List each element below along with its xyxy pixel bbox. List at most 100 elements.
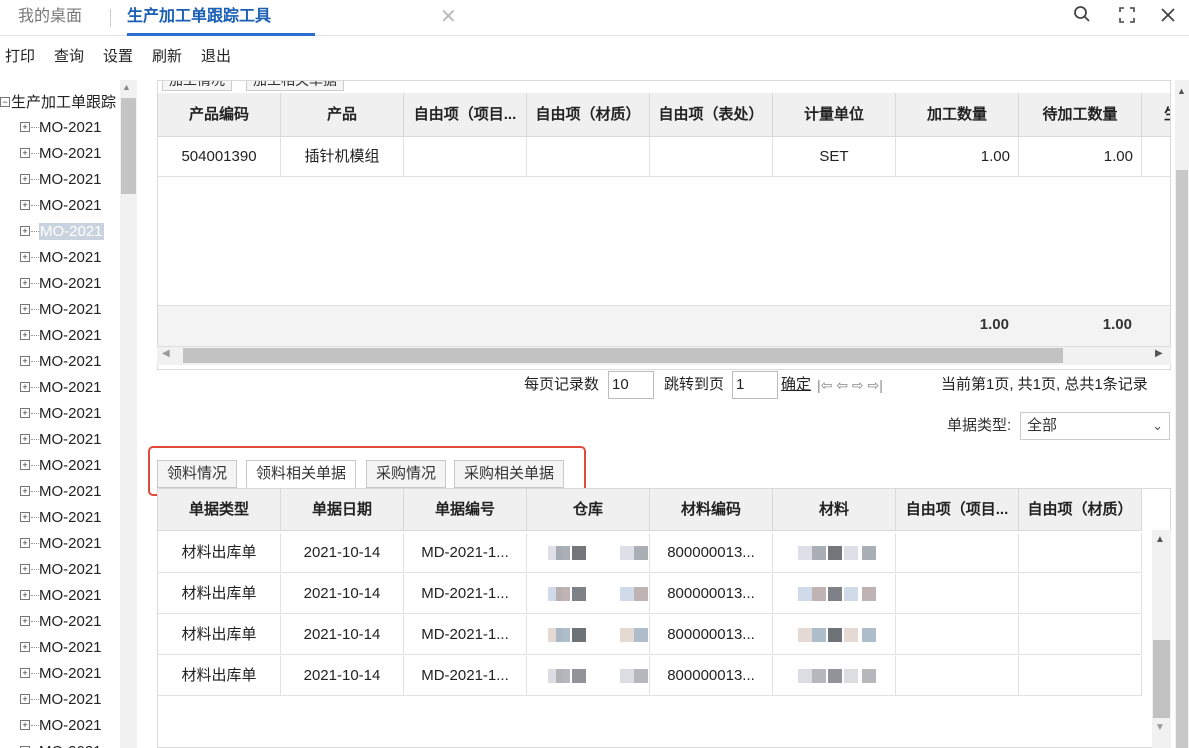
tree-item[interactable]: +MO-2021	[20, 403, 102, 425]
query-button[interactable]: 查询	[54, 45, 84, 66]
tree-item[interactable]: +MO-2021	[20, 741, 102, 748]
tab-processing-docs[interactable]: 加工相关单据	[246, 81, 344, 91]
tab-purchase-docs[interactable]: 采购相关单据	[454, 460, 565, 488]
tree-item[interactable]: +MO-2021	[20, 429, 102, 451]
column-header[interactable]: 单据编号	[404, 489, 527, 531]
tree-item[interactable]: +MO-2021	[20, 247, 102, 269]
column-header[interactable]: 计量单位	[773, 93, 896, 137]
exit-button[interactable]: 退出	[201, 45, 231, 66]
page-vscroll-thumb[interactable]	[1176, 170, 1188, 748]
table-row[interactable]: 材料出库单 2021-10-14 MD-2021-1... 800000013...	[158, 615, 1170, 656]
tree-item[interactable]: +MO-2021	[20, 351, 102, 373]
scroll-down-arrow-icon[interactable]: ▼	[1155, 722, 1165, 733]
tab-production-tracking[interactable]: 生产加工单跟踪工具 ✕	[127, 0, 457, 36]
column-header[interactable]: 产品	[281, 93, 404, 137]
settings-button[interactable]: 设置	[103, 45, 133, 66]
expand-icon[interactable]: +	[20, 642, 30, 652]
expand-icon[interactable]: +	[20, 278, 30, 288]
tree-item[interactable]: +MO-2021	[20, 221, 104, 243]
scroll-right-arrow-icon[interactable]: ▶	[1155, 348, 1163, 359]
expand-icon[interactable]: +	[20, 538, 30, 548]
column-header[interactable]: 自由项（表处）	[650, 93, 773, 137]
lower-vscroll-thumb[interactable]	[1153, 640, 1170, 718]
tab-close-icon[interactable]: ✕	[440, 0, 457, 34]
expand-icon[interactable]: +	[20, 590, 30, 600]
column-header[interactable]: 产品编码	[158, 93, 281, 137]
tree-item[interactable]: +MO-2021	[20, 117, 102, 139]
expand-icon[interactable]: +	[20, 616, 30, 626]
tree-root[interactable]: − 生产加工单跟踪	[0, 92, 116, 114]
column-header[interactable]: 生	[1142, 93, 1170, 137]
tree-item[interactable]: +MO-2021	[20, 481, 102, 503]
expand-icon[interactable]: +	[20, 226, 30, 236]
collapse-icon[interactable]: −	[0, 97, 10, 107]
column-header[interactable]: 单据类型	[158, 489, 281, 531]
expand-icon[interactable]: +	[20, 304, 30, 314]
table-row[interactable]: 材料出库单 2021-10-14 MD-2021-1... 800000013...	[158, 533, 1170, 574]
tree-item[interactable]: +MO-2021	[20, 637, 102, 659]
expand-icon[interactable]: +	[20, 148, 30, 158]
jump-page-input[interactable]: 1	[732, 371, 778, 399]
tree-item[interactable]: +MO-2021	[20, 273, 102, 295]
tab-material-status[interactable]: 领料情况	[157, 460, 238, 488]
expand-icon[interactable]: +	[20, 720, 30, 730]
expand-icon[interactable]: +	[20, 408, 30, 418]
tree-item[interactable]: +MO-2021	[20, 507, 102, 529]
maximize-icon[interactable]	[1113, 4, 1141, 30]
tree-item[interactable]: +MO-2021	[20, 377, 102, 399]
tab-processing-status[interactable]: 加工情况	[162, 81, 232, 91]
tree-item[interactable]: +MO-2021	[20, 585, 102, 607]
column-header[interactable]: 单据日期	[281, 489, 404, 531]
column-header[interactable]: 自由项（项目...	[404, 93, 527, 137]
expand-icon[interactable]: +	[20, 512, 30, 522]
tree-item[interactable]: +MO-2021	[20, 169, 102, 191]
expand-icon[interactable]: +	[20, 174, 30, 184]
doc-type-select[interactable]: 全部 ⌄	[1020, 412, 1170, 440]
column-header[interactable]: 自由项（项目...	[896, 489, 1019, 531]
tree-item[interactable]: +MO-2021	[20, 689, 102, 711]
table-row[interactable]: 材料出库单 2021-10-14 MD-2021-1... 800000013...	[158, 574, 1170, 615]
tree-item[interactable]: +MO-2021	[20, 663, 102, 685]
column-header[interactable]: 待加工数量	[1019, 93, 1142, 137]
tree-item[interactable]: +MO-2021	[20, 533, 102, 555]
tree-item[interactable]: +MO-2021	[20, 195, 102, 217]
column-header[interactable]: 加工数量	[896, 93, 1019, 137]
expand-icon[interactable]: +	[20, 356, 30, 366]
column-header[interactable]: 仓库	[527, 489, 650, 531]
tree-item[interactable]: +MO-2021	[20, 325, 102, 347]
tree-item[interactable]: +MO-2021	[20, 611, 102, 633]
table-row[interactable]: 材料出库单 2021-10-14 MD-2021-1... 800000013...	[158, 656, 1170, 697]
expand-icon[interactable]: +	[20, 564, 30, 574]
print-button[interactable]: 打印	[5, 45, 35, 66]
expand-icon[interactable]: +	[20, 252, 30, 262]
tree-item[interactable]: +MO-2021	[20, 299, 102, 321]
expand-icon[interactable]: +	[20, 486, 30, 496]
page-nav-icons[interactable]: |⇦ ⇦ ⇨ ⇨|	[817, 371, 883, 399]
tree-item[interactable]: +MO-2021	[20, 143, 102, 165]
confirm-button[interactable]: 确定	[781, 371, 811, 399]
scroll-up-arrow-icon[interactable]: ▲	[122, 82, 131, 92]
upper-hscroll-thumb[interactable]	[183, 348, 1063, 363]
tab-desktop[interactable]: 我的桌面	[18, 0, 82, 36]
column-header[interactable]: 自由项（材质）	[527, 93, 650, 137]
close-icon[interactable]	[1154, 4, 1182, 30]
tab-purchase-status[interactable]: 采购情况	[366, 460, 447, 488]
tree-scroll-thumb[interactable]	[121, 98, 136, 194]
expand-icon[interactable]: +	[20, 122, 30, 132]
tree-item[interactable]: +MO-2021	[20, 455, 102, 477]
tab-material-docs[interactable]: 领料相关单据	[246, 460, 357, 488]
column-header[interactable]: 材料编码	[650, 489, 773, 531]
expand-icon[interactable]: +	[20, 200, 30, 210]
tree-item[interactable]: +MO-2021	[20, 715, 102, 737]
scroll-up-arrow-icon[interactable]: ▲	[1177, 86, 1186, 96]
scroll-up-arrow-icon[interactable]: ▲	[1155, 534, 1165, 545]
scroll-left-arrow-icon[interactable]: ◀	[162, 348, 170, 359]
refresh-button[interactable]: 刷新	[152, 45, 182, 66]
expand-icon[interactable]: +	[20, 668, 30, 678]
column-header[interactable]: 自由项（材质）	[1019, 489, 1142, 531]
expand-icon[interactable]: +	[20, 460, 30, 470]
expand-icon[interactable]: +	[20, 330, 30, 340]
search-icon[interactable]	[1068, 4, 1096, 30]
expand-icon[interactable]: +	[20, 382, 30, 392]
column-header[interactable]: 材料	[773, 489, 896, 531]
